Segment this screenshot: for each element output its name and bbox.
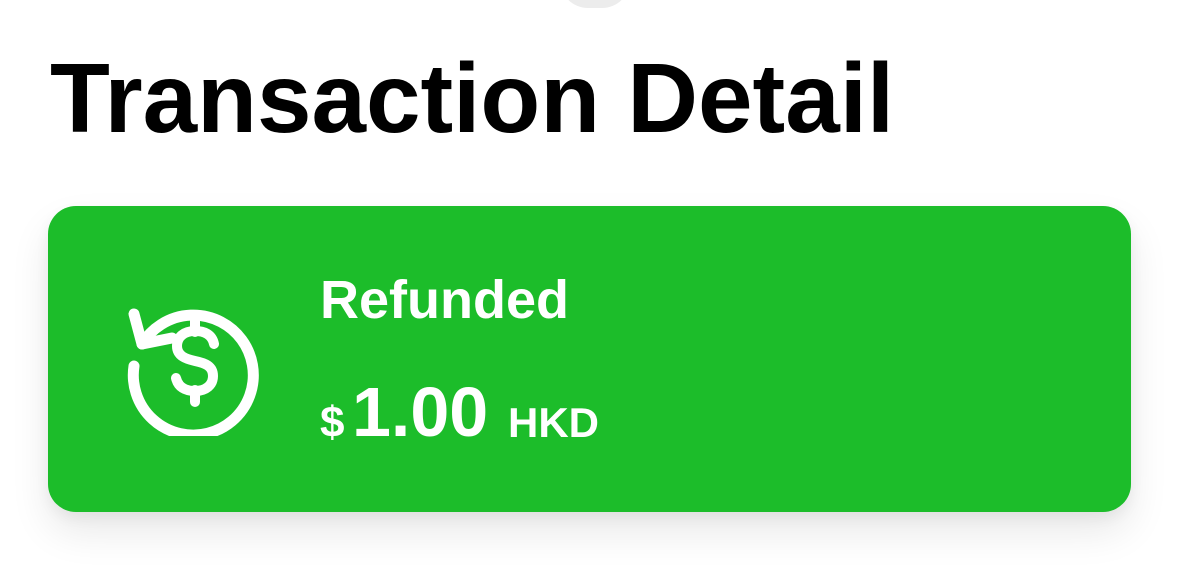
transaction-status-card: Refunded $ 1.00 HKD bbox=[48, 206, 1131, 512]
amount-value: 1.00 bbox=[352, 373, 489, 451]
currency-symbol: $ bbox=[320, 398, 345, 447]
sheet-grabber bbox=[560, 0, 630, 8]
refund-dollar-icon bbox=[127, 308, 259, 436]
transaction-detail-screen: Transaction Detail Refunded $ 1.00 HKD bbox=[0, 0, 1179, 567]
status-label: Refunded bbox=[320, 270, 569, 330]
currency-code: HKD bbox=[508, 399, 599, 446]
page-title: Transaction Detail bbox=[50, 43, 895, 153]
